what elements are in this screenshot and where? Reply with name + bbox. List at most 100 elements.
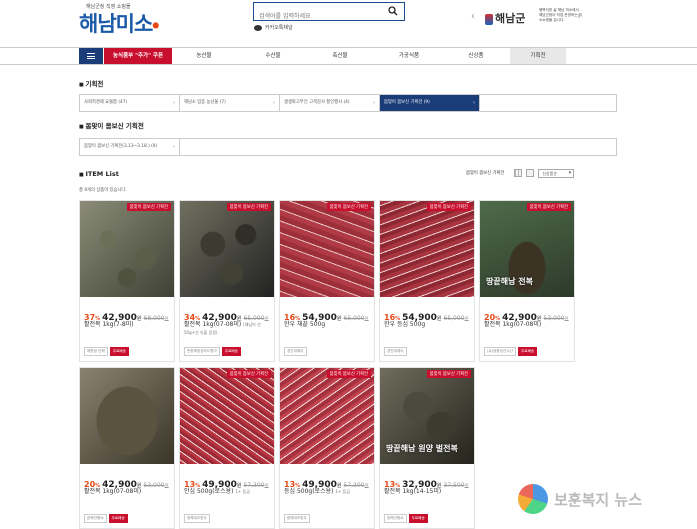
kakao-icon bbox=[254, 24, 262, 31]
product-image[interactable]: 봄맞이 몸보신 기획전 bbox=[180, 201, 274, 297]
list-view-icon[interactable] bbox=[526, 169, 535, 177]
filter-certified-agri[interactable]: 해남소 입증 농산물 (7) › bbox=[180, 95, 280, 111]
product-card[interactable]: 봄맞이 몸보신 기획전 13% 49,900원 57,300원 등심 500g(로스용)… bbox=[279, 367, 375, 529]
filter-spring-health[interactable]: 봄맞이 몸보신 기획전 (9) › bbox=[380, 95, 480, 111]
product-name[interactable]: 한우 등심 500g bbox=[384, 321, 474, 329]
product-image[interactable]: 봄맞이 몸보신 기획전 bbox=[80, 201, 174, 297]
grid-view-icon[interactable] bbox=[514, 169, 523, 177]
product-card[interactable]: 봄맞이 몸보신 기획전 16% 54,900원 65,000원 한우 채끝 500g 경… bbox=[279, 200, 375, 362]
site-logo-text: 해남미소 bbox=[79, 12, 153, 36]
chevron-down-icon: › bbox=[373, 100, 375, 106]
nav-item-fishery[interactable]: 수산물 bbox=[245, 48, 301, 64]
product-image[interactable]: 봄맞이 몸보신 기획전 bbox=[180, 368, 274, 464]
event-badge: 봄맞이 몸보신 기획전 bbox=[326, 370, 371, 378]
product-card[interactable]: 봄맞이 몸보신 기획전 땅끝해남 원양 벌전복 13% 32,900원 37,500원 활… bbox=[379, 367, 475, 529]
main-nav: 농식품부 "추가" 쿠폰 농산물 수산물 축산물 가공식품 신상품 기획전 bbox=[0, 47, 697, 65]
free-shipping-tag: 무료배송 bbox=[109, 347, 129, 356]
product-card[interactable]: 봄맞이 몸보신 기획전 13% 49,900원 57,300원 안심 500g(로스용)… bbox=[179, 367, 275, 529]
product-image[interactable]: 봄맞이 몸보신 기획전 bbox=[280, 201, 374, 297]
kakao-channel-link[interactable]: 카카오톡채널 bbox=[254, 24, 293, 31]
header-banner[interactable]: ‹ 해남군 행복더한 삶 해남 미소에서 해남군청이 직접 운영하는 미소쇼핑몰… bbox=[471, 6, 583, 32]
search-icon[interactable] bbox=[388, 6, 398, 16]
free-shipping-tag: 무료배송 bbox=[517, 347, 538, 356]
event-badge: 봄맞이 몸보신 기획전 bbox=[326, 203, 371, 211]
event-badge: 봄맞이 몸보신 기획전 bbox=[226, 203, 271, 211]
product-name[interactable]: 안심 500g(로스용) 1+ 등급 bbox=[184, 488, 274, 496]
nav-item-special[interactable]: 기획전 bbox=[510, 48, 566, 64]
product-name[interactable]: 활전복 1kg(07-08미) bbox=[84, 488, 174, 496]
free-shipping-tag: 무료배송 bbox=[221, 347, 241, 356]
seller-tag: 현해대조한우 bbox=[184, 514, 210, 523]
product-card[interactable]: 봄맞이 몸보신 기획전 34% 42,900원 65,000원 활전복 1kg(07-0… bbox=[179, 200, 275, 362]
spring-filter-row: 봄맞이 몸보신 기획전(3.13~3.18.) (9) › bbox=[79, 138, 617, 156]
product-tags: (큐)쌍환당선수산 무료배송 bbox=[484, 347, 538, 356]
banner-logo: 해남군 bbox=[485, 10, 525, 26]
product-card[interactable]: 봄맞이 몸보신 기획전 16% 54,900원 65,000원 한우 등심 500g 경… bbox=[379, 200, 475, 362]
nav-item-agri[interactable]: 농산물 bbox=[176, 48, 232, 64]
product-subname: 1+ 등급 bbox=[335, 489, 350, 494]
search-input[interactable] bbox=[254, 8, 384, 25]
product-image[interactable]: 봄맞이 몸보신 기획전 bbox=[380, 201, 474, 297]
logo-dot-icon: ● bbox=[152, 20, 159, 30]
product-card[interactable]: 봄맞이 몸보신 기획전 땅끝해남 전복 20% 42,900원 53,000원 활전복 1… bbox=[479, 200, 575, 362]
product-subname: 1+ 등급 bbox=[235, 489, 250, 494]
product-name[interactable]: 등심 500g(로스용) 1+ 등급 bbox=[284, 488, 374, 496]
promo-coupon-link[interactable]: 농식품부 "추가" 쿠폰 bbox=[104, 48, 172, 64]
product-name[interactable]: 한우 채끝 500g bbox=[284, 321, 374, 329]
product-tags: 경진대예이 bbox=[384, 347, 407, 356]
product-name[interactable]: 활전복 1kg(14-15미) bbox=[384, 488, 474, 496]
filter-spring-period[interactable]: 봄맞이 몸보신 기획전(3.13~3.18.) (9) › bbox=[80, 139, 180, 155]
filter-label: 생생화고부전 고객감사 할인행사 (4) bbox=[284, 100, 350, 105]
event-badge: 봄맞이 몸보신 기획전 bbox=[426, 370, 471, 378]
filter-social-economy[interactable]: 사회적경제 요볼쯤 (47) › bbox=[80, 95, 180, 111]
nav-item-processed[interactable]: 가공식품 bbox=[381, 48, 437, 64]
product-image[interactable]: 봄맞이 몸보신 기획전 땅끝해남 전복 bbox=[480, 201, 574, 297]
nav-item-livestock[interactable]: 축산물 bbox=[312, 48, 368, 64]
product-tags: 경진대예이 bbox=[284, 347, 307, 356]
banner-next-icon[interactable]: › bbox=[577, 11, 581, 22]
news-logo-icon bbox=[518, 484, 548, 514]
event-badge: 봄맞이 몸보신 기획전 bbox=[526, 203, 571, 211]
product-image[interactable]: 봄맞이 몸보신 기획전 땅끝해남 원양 벌전복 bbox=[380, 368, 474, 464]
special-filter-row: 사회적경제 요볼쯤 (47) › 해남소 입증 농산물 (7) › 생생화고부전 고… bbox=[79, 94, 617, 112]
chevron-down-icon: › bbox=[473, 100, 475, 106]
seller-tag: 경진대예이 bbox=[284, 347, 307, 356]
section-title-spring: 봄맞이 몸보신 기획전 bbox=[79, 120, 143, 130]
sort-select[interactable]: 신상품순 bbox=[538, 168, 575, 178]
item-count: 총 9개의 상품이 있습니다. bbox=[79, 188, 127, 193]
product-tags: 해원쌍 언해 무료배송 bbox=[84, 347, 129, 356]
product-card[interactable]: 20% 42,900원 53,000원 활전복 1kg(07-08미) 완해언행씨 무료… bbox=[79, 367, 175, 529]
product-image[interactable]: 봄맞이 몸보신 기획전 bbox=[280, 368, 374, 464]
nav-item-new[interactable]: 신상품 bbox=[448, 48, 504, 64]
product-name[interactable]: 활전복 1kg(7-8미) bbox=[84, 321, 174, 329]
search-box bbox=[253, 2, 405, 25]
event-badge: 봄맞이 몸보신 기획전 bbox=[426, 203, 471, 211]
seller-tag: 완해언행씨 bbox=[384, 514, 407, 523]
event-badge: 봄맞이 몸보신 기획전 bbox=[226, 370, 271, 378]
product-tags: 완해언행씨 무료배송 bbox=[384, 514, 428, 523]
banner-prev-icon[interactable]: ‹ bbox=[471, 11, 475, 22]
filter-customer-sale[interactable]: 생생화고부전 고객감사 할인행사 (4) › bbox=[280, 95, 380, 111]
watermark: 보훈복지 뉴스 bbox=[518, 484, 642, 514]
chevron-down-icon: › bbox=[173, 100, 175, 106]
product-name[interactable]: 활전복 1kg(07-08미) (해남어 선 50g+선 유출 증정) bbox=[184, 321, 274, 337]
watermark-text: 보훈복지 뉴스 bbox=[554, 490, 643, 509]
seller-tag: 반환해정성하드원아 bbox=[184, 347, 220, 356]
site-logo[interactable]: 해남미소● bbox=[79, 8, 159, 38]
chevron-down-icon: › bbox=[173, 144, 175, 150]
product-image[interactable] bbox=[80, 368, 174, 464]
banner-logo-text: 해남군 bbox=[495, 12, 526, 25]
header: 해남군청 직영 쇼핑몰 해남미소● 카카오톡채널 ‹ 해남군 행복더한 삶 해남… bbox=[0, 0, 697, 46]
free-shipping-tag: 무료배송 bbox=[408, 514, 428, 523]
product-card[interactable]: 봄맞이 몸보신 기획전 37% 42,900원 68,000원 활전복 1kg(7-8미… bbox=[79, 200, 175, 362]
sort-area: 봄맞이 몸보신 기획전 신상품순 bbox=[466, 168, 575, 178]
seller-tag: 경진대예이 bbox=[384, 347, 407, 356]
section-title-special: 기획전 bbox=[79, 78, 103, 88]
haenam-gun-icon bbox=[485, 13, 493, 25]
all-menu-button[interactable] bbox=[79, 48, 103, 64]
filter-label: 해남소 입증 농산물 (7) bbox=[184, 100, 226, 105]
seller-tag: 해원쌍 언해 bbox=[84, 347, 108, 356]
product-name[interactable]: 활전복 1kg(07-08미) bbox=[484, 321, 574, 329]
chevron-down-icon: › bbox=[273, 100, 275, 106]
kakao-label: 카카오톡채널 bbox=[265, 25, 293, 31]
